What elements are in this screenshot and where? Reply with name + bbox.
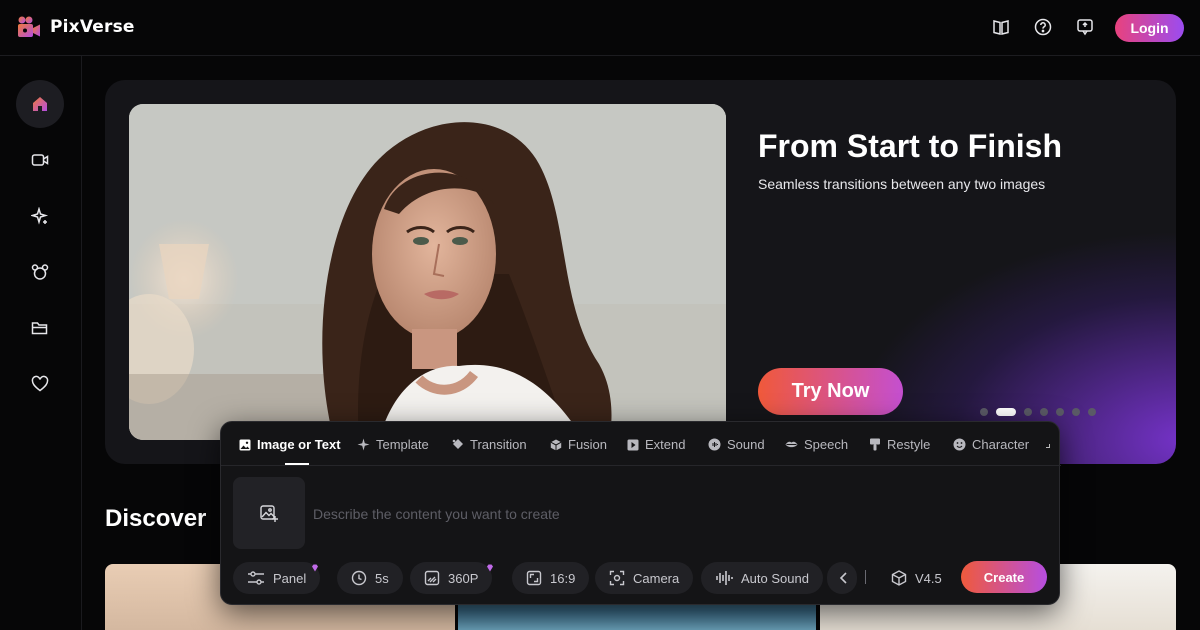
logo[interactable]: PixVerse bbox=[17, 15, 135, 39]
model-version: V4.5 bbox=[915, 570, 942, 586]
waveform-icon bbox=[716, 571, 733, 585]
upload-image-button[interactable] bbox=[233, 477, 305, 549]
quality-value: 360P bbox=[448, 570, 479, 586]
heart-icon bbox=[31, 375, 49, 392]
hero-title: From Start to Finish bbox=[758, 128, 1062, 164]
mickey-icon bbox=[31, 264, 49, 280]
tab-transition[interactable]: Transition bbox=[451, 437, 527, 452]
tab-sound[interactable]: Sound bbox=[708, 437, 765, 452]
top-bar: PixVerse Login bbox=[0, 0, 1200, 56]
carousel-dot[interactable] bbox=[1024, 408, 1032, 416]
divider bbox=[865, 570, 866, 584]
premium-gem-icon bbox=[487, 564, 493, 572]
login-button[interactable]: Login bbox=[1115, 14, 1184, 42]
transition-icon bbox=[452, 439, 463, 449]
folder-icon bbox=[31, 322, 48, 335]
cube-icon bbox=[550, 439, 562, 450]
camera-label: Camera bbox=[633, 570, 680, 586]
duration-option[interactable]: 5s bbox=[337, 562, 403, 594]
tab-label: Speech bbox=[804, 437, 849, 452]
tab-label: Extend bbox=[645, 437, 686, 452]
tab-extend[interactable]: Extend bbox=[627, 437, 685, 452]
carousel-dot[interactable] bbox=[1088, 408, 1096, 416]
model-selector[interactable]: V4.5 bbox=[891, 570, 942, 586]
sound-label: Auto Sound bbox=[741, 570, 809, 586]
sliders-icon bbox=[248, 571, 264, 585]
sparkle-icon bbox=[357, 438, 370, 451]
sidebar-item-video[interactable] bbox=[16, 136, 64, 184]
tab-label: Transition bbox=[470, 437, 527, 452]
hero-subtitle: Seamless transitions between any two ima… bbox=[758, 176, 1046, 192]
brush-icon bbox=[870, 438, 880, 451]
tab-restyle[interactable]: Restyle bbox=[869, 437, 930, 452]
camera-icon bbox=[609, 570, 625, 586]
active-tab-indicator bbox=[285, 463, 309, 465]
hero-image[interactable] bbox=[129, 104, 726, 440]
tab-template[interactable]: Template bbox=[357, 437, 429, 452]
extend-icon bbox=[627, 439, 639, 450]
sidebar bbox=[0, 56, 82, 630]
image-icon bbox=[239, 439, 251, 450]
chevron-left-icon bbox=[839, 572, 847, 584]
panel-label: Panel bbox=[273, 570, 307, 586]
hero-banner: From Start to Finish Seamless transition… bbox=[105, 80, 1176, 464]
try-now-button[interactable]: Try Now bbox=[758, 368, 903, 415]
sidebar-item-effects[interactable] bbox=[16, 192, 64, 240]
video-icon bbox=[31, 154, 49, 166]
carousel-dot[interactable] bbox=[1072, 408, 1080, 416]
tab-fusion[interactable]: Fusion bbox=[550, 437, 607, 452]
scroll-left-button[interactable] bbox=[827, 562, 857, 594]
panel-option[interactable]: Panel bbox=[233, 562, 321, 594]
sidebar-item-characters[interactable] bbox=[16, 248, 64, 296]
smile-icon bbox=[953, 438, 966, 451]
resolution-icon bbox=[424, 570, 440, 586]
carousel-dot[interactable] bbox=[1040, 408, 1048, 416]
tab-label: Sound bbox=[727, 437, 765, 452]
feedback-icon[interactable] bbox=[1075, 17, 1095, 37]
discover-heading: Discover bbox=[105, 505, 207, 532]
sound-icon bbox=[708, 438, 721, 451]
sidebar-item-home[interactable] bbox=[16, 80, 64, 128]
carousel-dot[interactable] bbox=[980, 408, 988, 416]
book-icon[interactable] bbox=[991, 17, 1011, 37]
premium-gem-icon bbox=[312, 564, 318, 572]
home-icon bbox=[33, 97, 47, 111]
aspect-ratio-option[interactable]: 16:9 bbox=[512, 562, 590, 594]
add-image-icon bbox=[260, 505, 278, 522]
tab-label: Template bbox=[376, 437, 429, 452]
tab-image-or-text[interactable]: Image or Text bbox=[239, 437, 341, 452]
camera-option[interactable]: Camera bbox=[595, 562, 694, 594]
clock-icon bbox=[351, 570, 367, 586]
prompt-input[interactable]: Describe the content you want to create bbox=[313, 506, 560, 522]
tab-label: Restyle bbox=[887, 437, 931, 452]
help-icon[interactable] bbox=[1033, 17, 1053, 37]
duration-value: 5s bbox=[375, 570, 389, 586]
auto-sound-option[interactable]: Auto Sound bbox=[701, 562, 823, 594]
resize-corner-icon[interactable] bbox=[1046, 444, 1050, 448]
sidebar-item-favorites[interactable] bbox=[16, 360, 64, 408]
tab-label: Fusion bbox=[568, 437, 608, 452]
brand-name: PixVerse bbox=[50, 17, 135, 37]
sparkle-icon bbox=[31, 207, 49, 225]
creation-panel: Image or Text Template Transition Fusion… bbox=[220, 421, 1061, 605]
quality-option[interactable]: 360P bbox=[410, 562, 493, 594]
pixverse-logo-icon bbox=[17, 15, 41, 39]
create-button[interactable]: Create bbox=[961, 561, 1047, 593]
carousel-dots bbox=[980, 408, 1096, 416]
carousel-dot-active[interactable] bbox=[996, 408, 1016, 416]
carousel-dot[interactable] bbox=[1056, 408, 1064, 416]
cube-icon bbox=[891, 570, 907, 586]
tab-speech[interactable]: Speech bbox=[785, 437, 848, 452]
ratio-value: 16:9 bbox=[550, 570, 576, 586]
tab-label: Image or Text bbox=[257, 437, 341, 452]
lips-icon bbox=[785, 441, 798, 448]
aspect-ratio-icon bbox=[526, 570, 542, 586]
tab-character[interactable]: Character bbox=[953, 437, 1029, 452]
creation-tabs: Image or Text Template Transition Fusion… bbox=[221, 422, 1061, 466]
tab-label: Character bbox=[972, 437, 1030, 452]
sidebar-item-folder[interactable] bbox=[16, 304, 64, 352]
